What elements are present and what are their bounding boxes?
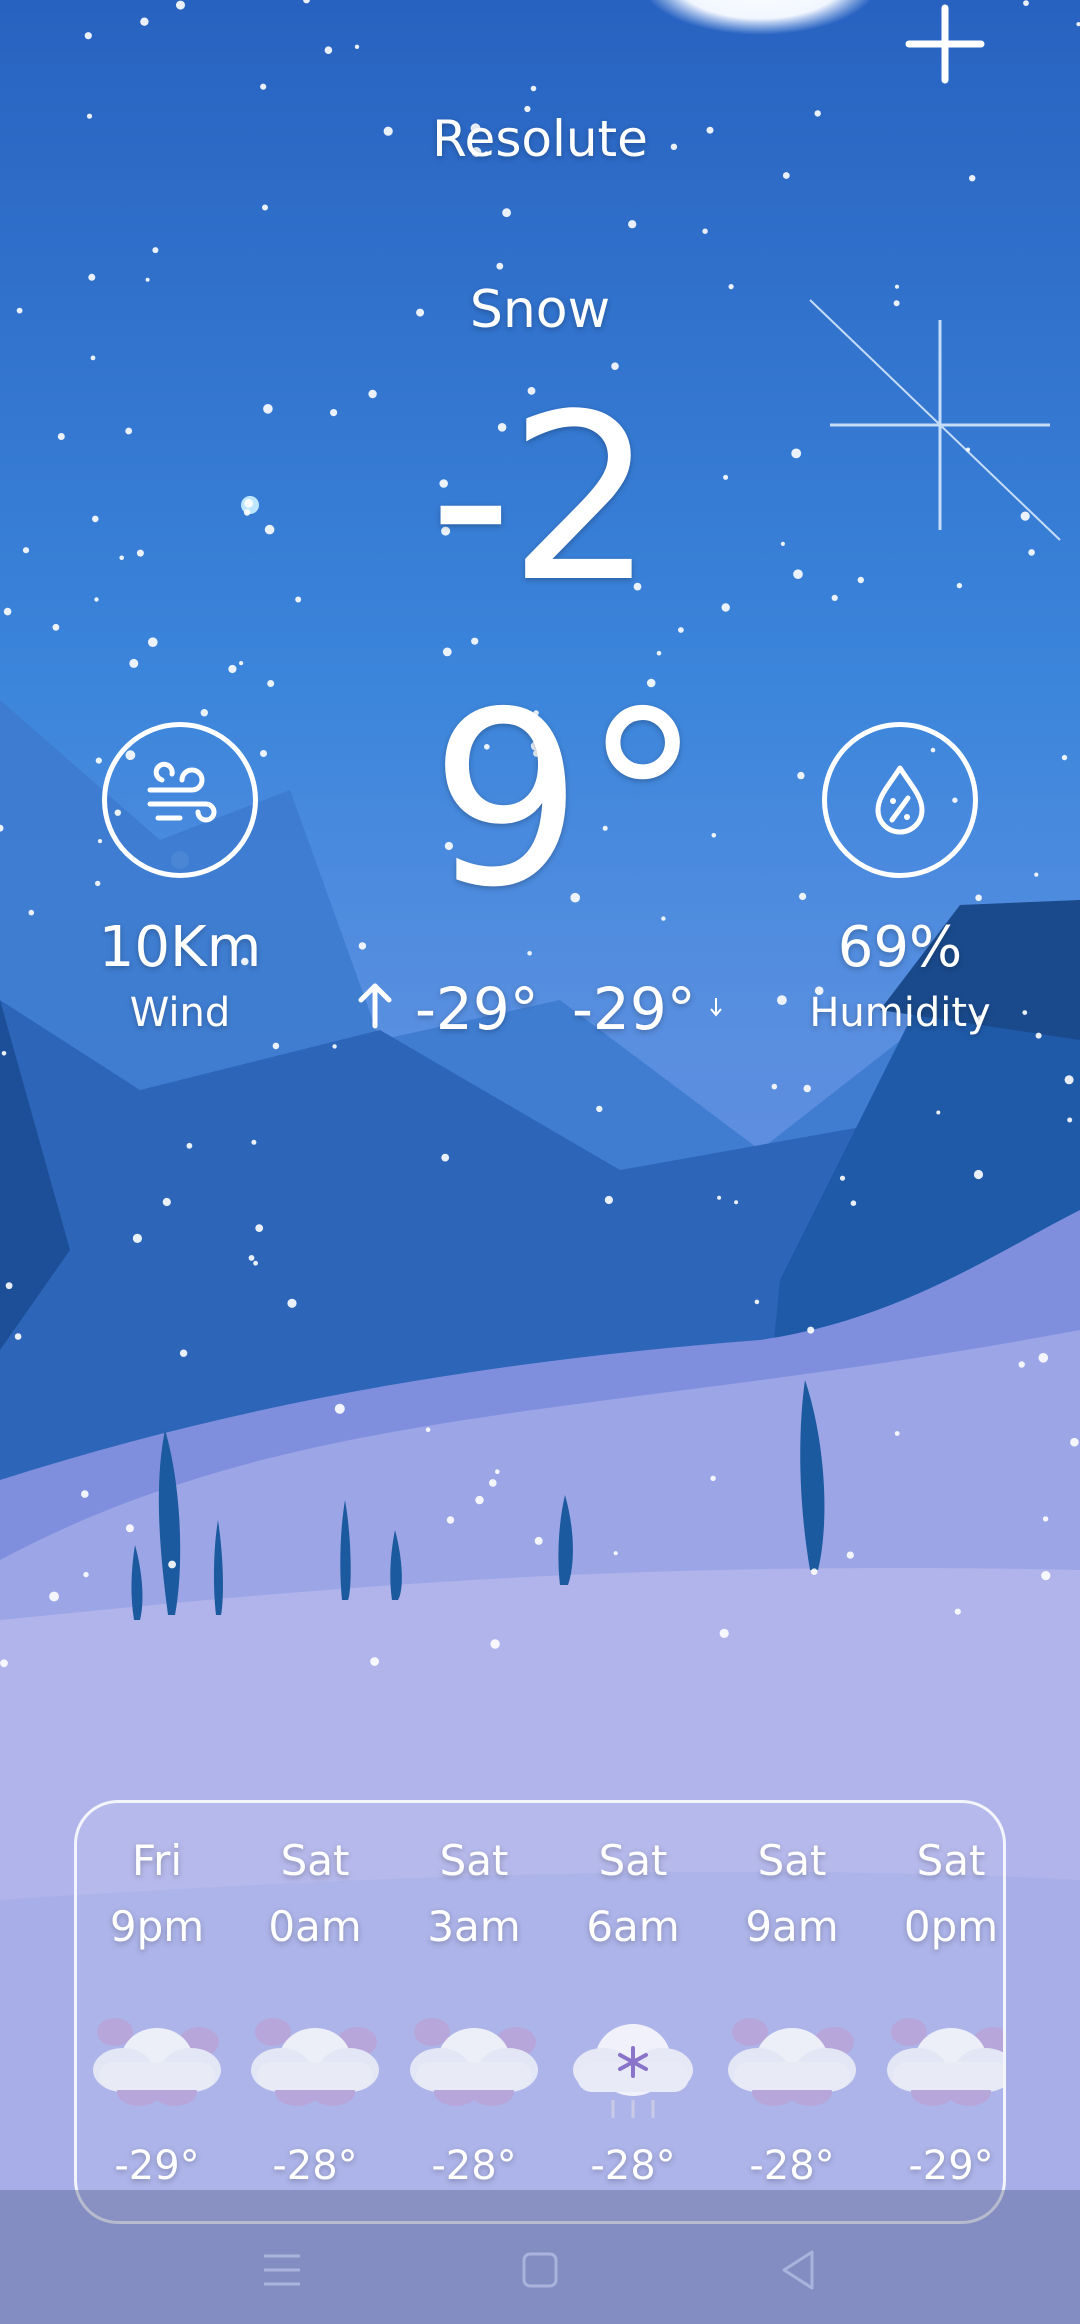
cloudy-icon [728,2018,856,2106]
forecast-time: 0am [268,1902,362,1951]
forecast-temperature: -28° [272,2143,358,2189]
current-temp-secondary: -2 [429,366,654,633]
low-temperature: -29° [572,975,696,1043]
forecast-time: 9pm [109,1902,205,1951]
forecast-day: Fri [131,1836,183,1885]
menu-icon [264,2254,300,2286]
hourly-forecast-card[interactable]: Fri 9pm -29° Sat 0am -28° Sat 3am -28° S… [74,1800,1006,2224]
humidity-indicator [822,722,978,878]
forecast-time: 6am [586,1902,680,1951]
wind-label: Wind [129,990,231,1036]
snow-cloud-icon [573,2024,693,2118]
arrow-down-icon [710,998,722,1017]
cloudy-icon [93,2018,221,2106]
forecast-item: Sat 0am -28° [235,1803,395,2221]
forecast-temperature: -29° [908,2143,994,2189]
humidity-label: Humidity [809,990,991,1036]
forecast-day: Sat [916,1836,986,1885]
forecast-time: 3am [427,1902,521,1951]
wind-icon [147,761,217,823]
home-button[interactable] [510,2240,570,2300]
menu-button[interactable] [252,2240,312,2300]
add-location-button[interactable] [905,4,985,84]
city-name[interactable]: Resolute [0,110,1080,168]
forecast-item: Sat 9am -28° [712,1803,872,2221]
cloudy-icon [887,2018,1003,2106]
humidity-drop-icon [875,765,925,835]
forecast-temperature: -28° [590,2143,676,2189]
forecast-temperature: -29° [114,2143,200,2189]
wind-value: 10Km [98,915,262,980]
cloudy-icon [251,2018,379,2106]
back-button[interactable] [768,2240,828,2300]
forecast-item: Sat 6am -28° [553,1803,713,2221]
forecast-day: Sat [439,1836,509,1885]
back-triangle-icon [782,2250,814,2290]
cloudy-icon [410,2018,538,2106]
humidity-value: 69% [837,915,963,980]
weather-condition: Snow [469,280,611,340]
forecast-item: Fri 9pm -29° [77,1803,237,2221]
home-square-icon [522,2252,558,2288]
arrow-up-icon [358,983,392,1029]
plus-icon [905,4,985,84]
high-temperature: -29° [415,975,539,1043]
wind-indicator [102,722,258,878]
forecast-temperature: -28° [431,2143,517,2189]
forecast-item: Sat 3am -28° [394,1803,554,2221]
forecast-time: 9am [745,1902,839,1951]
forecast-item: Sat 0pm -29° [871,1803,1003,2221]
forecast-day: Sat [757,1836,827,1885]
forecast-temperature: -28° [749,2143,835,2189]
forecast-time: 0pm [903,1902,999,1951]
forecast-day: Sat [598,1836,668,1885]
forecast-day: Sat [280,1836,350,1885]
current-temperature: 9° [430,660,703,940]
